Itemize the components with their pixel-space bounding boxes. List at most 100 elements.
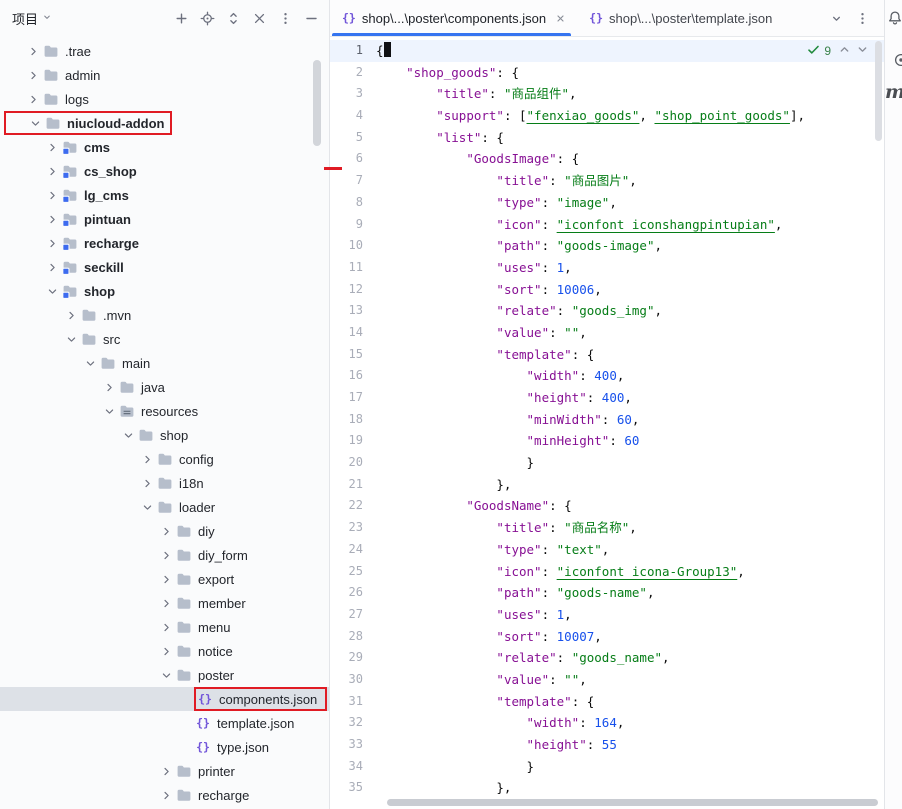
chevron-right-icon[interactable] bbox=[157, 595, 175, 611]
editor-horizontal-scrollbar[interactable] bbox=[387, 799, 878, 806]
tree-item-member[interactable]: member bbox=[0, 591, 329, 615]
tree-item-config[interactable]: config bbox=[0, 447, 329, 471]
tabs-list-icon[interactable] bbox=[824, 6, 848, 30]
line-number[interactable]: 9 bbox=[330, 214, 376, 236]
tree-item-components.json[interactable]: {}components.json bbox=[0, 687, 329, 711]
tree-item-.mvn[interactable]: .mvn bbox=[0, 303, 329, 327]
line-number[interactable]: 3 bbox=[330, 83, 376, 105]
chevron-right-icon[interactable] bbox=[157, 643, 175, 659]
tree-scrollbar[interactable] bbox=[313, 60, 321, 146]
line-number[interactable]: 11 bbox=[330, 257, 376, 279]
chevron-right-icon[interactable] bbox=[24, 43, 42, 59]
line-number[interactable]: 12 bbox=[330, 279, 376, 301]
close-icon[interactable] bbox=[554, 12, 567, 25]
chevron-right-icon[interactable] bbox=[43, 235, 61, 251]
line-number[interactable]: 29 bbox=[330, 647, 376, 669]
line-number[interactable]: 18 bbox=[330, 409, 376, 431]
line-number[interactable]: 19 bbox=[330, 430, 376, 452]
previous-problem-icon[interactable] bbox=[837, 42, 852, 60]
line-number[interactable]: 30 bbox=[330, 669, 376, 691]
line-number[interactable]: 1 bbox=[330, 40, 376, 62]
chevron-right-icon[interactable] bbox=[157, 787, 175, 803]
tree-item-lg_cms[interactable]: lg_cms bbox=[0, 183, 329, 207]
tree-item-.trae[interactable]: .trae bbox=[0, 39, 329, 63]
editor-vertical-scrollbar[interactable] bbox=[875, 41, 882, 141]
line-number[interactable]: 32 bbox=[330, 712, 376, 734]
line-number[interactable]: 24 bbox=[330, 539, 376, 561]
tree-item-admin[interactable]: admin bbox=[0, 63, 329, 87]
project-selector[interactable]: 项目 bbox=[12, 9, 53, 28]
tree-item-seckill[interactable]: seckill bbox=[0, 255, 329, 279]
tree-item-shop[interactable]: shop bbox=[0, 423, 329, 447]
tree-item-recharge[interactable]: recharge bbox=[0, 783, 329, 807]
chevron-right-icon[interactable] bbox=[43, 163, 61, 179]
tree-item-export[interactable]: export bbox=[0, 567, 329, 591]
collapse-icon[interactable] bbox=[247, 6, 271, 30]
chevron-right-icon[interactable] bbox=[157, 547, 175, 563]
chevron-right-icon[interactable] bbox=[157, 619, 175, 635]
tree-item-i18n[interactable]: i18n bbox=[0, 471, 329, 495]
line-number[interactable]: 20 bbox=[330, 452, 376, 474]
chevron-down-icon[interactable] bbox=[100, 403, 118, 419]
chevron-down-icon[interactable] bbox=[157, 667, 175, 683]
chevron-down-icon[interactable] bbox=[119, 427, 137, 443]
locate-icon[interactable] bbox=[195, 6, 219, 30]
chevron-right-icon[interactable] bbox=[100, 379, 118, 395]
tree-item-niucloud-addon[interactable]: niucloud-addon bbox=[0, 111, 329, 135]
chevron-down-icon[interactable] bbox=[43, 283, 61, 299]
line-number[interactable]: 14 bbox=[330, 322, 376, 344]
line-number[interactable]: 21 bbox=[330, 474, 376, 496]
tab-more-icon[interactable] bbox=[850, 6, 874, 30]
chevron-right-icon[interactable] bbox=[43, 139, 61, 155]
chevron-right-icon[interactable] bbox=[157, 571, 175, 587]
line-number[interactable]: 15 bbox=[330, 344, 376, 366]
line-number[interactable]: 35 bbox=[330, 777, 376, 799]
chevron-down-icon[interactable] bbox=[62, 331, 80, 347]
tree-item-src[interactable]: src bbox=[0, 327, 329, 351]
tree-item-recharge[interactable]: recharge bbox=[0, 231, 329, 255]
chevron-right-icon[interactable] bbox=[138, 451, 156, 467]
tree-item-logs[interactable]: logs bbox=[0, 87, 329, 111]
line-number[interactable]: 5 bbox=[330, 127, 376, 149]
tree-item-printer[interactable]: printer bbox=[0, 759, 329, 783]
chevron-right-icon[interactable] bbox=[24, 67, 42, 83]
assistant-icon[interactable] bbox=[893, 52, 902, 68]
tree-item-type.json[interactable]: {}type.json bbox=[0, 735, 329, 759]
code-area[interactable]: 1{2 "shop_goods": {3 "title": "商品组件",4 "… bbox=[330, 37, 884, 809]
tree-item-main[interactable]: main bbox=[0, 351, 329, 375]
tree-item-shop[interactable]: shop bbox=[0, 279, 329, 303]
line-number[interactable]: 7 bbox=[330, 170, 376, 192]
tree-item-loader[interactable]: loader bbox=[0, 495, 329, 519]
tree-item-cms[interactable]: cms bbox=[0, 135, 329, 159]
editor-tab[interactable]: {}shop\...\poster\template.json bbox=[577, 0, 782, 36]
line-number[interactable]: 13 bbox=[330, 300, 376, 322]
tree-item-notice[interactable]: notice bbox=[0, 639, 329, 663]
add-icon[interactable] bbox=[169, 6, 193, 30]
chevron-down-icon[interactable] bbox=[81, 355, 99, 371]
line-number[interactable]: 26 bbox=[330, 582, 376, 604]
chevron-right-icon[interactable] bbox=[138, 475, 156, 491]
m-logo-icon[interactable]: m bbox=[887, 84, 902, 100]
chevron-right-icon[interactable] bbox=[157, 523, 175, 539]
line-number[interactable]: 23 bbox=[330, 517, 376, 539]
tree-item-poster[interactable]: poster bbox=[0, 663, 329, 687]
chevron-right-icon[interactable] bbox=[24, 91, 42, 107]
tree-item-cs_shop[interactable]: cs_shop bbox=[0, 159, 329, 183]
chevron-right-icon[interactable] bbox=[62, 307, 80, 323]
tree-item-diy[interactable]: diy bbox=[0, 519, 329, 543]
inspections-widget[interactable]: 9 bbox=[806, 42, 870, 60]
line-number[interactable]: 25 bbox=[330, 561, 376, 583]
line-number[interactable]: 34 bbox=[330, 756, 376, 778]
chevron-right-icon[interactable] bbox=[43, 211, 61, 227]
chevron-right-icon[interactable] bbox=[43, 259, 61, 275]
line-number[interactable]: 16 bbox=[330, 365, 376, 387]
chevron-down-icon[interactable] bbox=[138, 499, 156, 515]
line-number[interactable]: 2 bbox=[330, 62, 376, 84]
expand-icon[interactable] bbox=[221, 6, 245, 30]
line-number[interactable]: 33 bbox=[330, 734, 376, 756]
line-number[interactable]: 4 bbox=[330, 105, 376, 127]
tree-item-diy_form[interactable]: diy_form bbox=[0, 543, 329, 567]
more-icon[interactable] bbox=[273, 6, 297, 30]
editor-tab[interactable]: {}shop\...\poster\components.json bbox=[330, 0, 577, 36]
line-number[interactable]: 8 bbox=[330, 192, 376, 214]
